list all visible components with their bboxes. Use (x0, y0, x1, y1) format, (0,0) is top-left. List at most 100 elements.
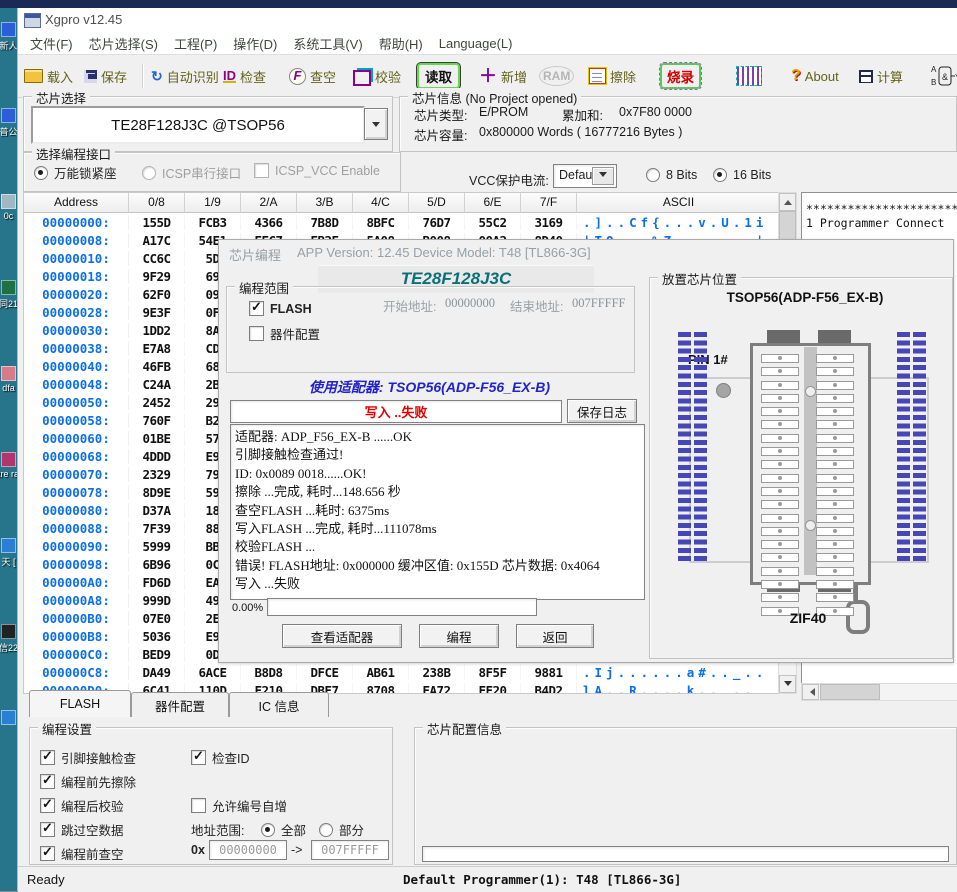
hex-cell[interactable]: 62F0 (129, 287, 185, 302)
hex-cell[interactable]: CC6C (129, 251, 185, 266)
hex-cell[interactable]: 2329 (129, 467, 185, 482)
hex-address[interactable]: 000000A0: (24, 575, 129, 590)
view-adapter-button[interactable]: 查看适配器 (282, 624, 402, 648)
desktop-icon[interactable] (0, 696, 17, 782)
hex-cell[interactable]: 6ACE (185, 665, 241, 680)
hex-address[interactable]: 00000008: (24, 233, 129, 248)
hex-cell[interactable]: 2452 (129, 395, 185, 410)
hex-address[interactable]: 00000070: (24, 467, 129, 482)
hex-column-header[interactable]: 5/D (409, 193, 465, 212)
hex-address[interactable]: 00000068: (24, 449, 129, 464)
title-bar[interactable]: Xgpro v12.45 (18, 8, 957, 32)
hex-cell[interactable]: D37A (129, 503, 185, 518)
bits16-radio[interactable]: 16 Bits (713, 168, 771, 182)
scroll-up-button[interactable] (779, 193, 796, 211)
logic-gate-button[interactable]: A B & Y (931, 62, 957, 90)
scroll-down-button[interactable] (779, 675, 796, 693)
bits8-radio[interactable]: 8 Bits (646, 168, 697, 182)
hex-ascii[interactable]: .]..Cf{...v.U.1i (577, 215, 780, 230)
id-check-button[interactable]: ID 检查 (223, 62, 266, 90)
hex-address[interactable]: 00000040: (24, 359, 129, 374)
hex-address[interactable]: 00000098: (24, 557, 129, 572)
desktop-icon[interactable]: 新人 (0, 8, 17, 94)
hex-cell[interactable]: 1DD2 (129, 323, 185, 338)
auto-increment-checkbox[interactable]: 允许编号自增 (191, 796, 287, 815)
save-log-button[interactable]: 保存日志 (567, 399, 637, 423)
device-config-checkbox[interactable]: 器件配置 (249, 324, 320, 343)
add-button[interactable]: ＋ 新增 (479, 62, 527, 90)
verify-button[interactable]: 校验 (353, 62, 401, 90)
universal-socket-radio[interactable]: 万能锁紧座 (34, 163, 117, 182)
hex-cell[interactable]: 8BFC (353, 215, 409, 230)
hex-cell[interactable]: B8D8 (241, 665, 297, 680)
hex-address[interactable]: 00000088: (24, 521, 129, 536)
menu-item-0[interactable]: 文件(F) (22, 32, 81, 55)
setting-checkbox-0[interactable]: 引脚接触检查 (40, 748, 136, 767)
desktop-icon[interactable]: tre ra (0, 438, 17, 524)
back-button[interactable]: 返回 (516, 624, 594, 648)
vcc-current-combobox[interactable]: Default (553, 164, 617, 188)
check-id-checkbox[interactable]: 检查ID (191, 748, 250, 767)
hex-cell[interactable]: E7A8 (129, 341, 185, 356)
dialog-title-bar[interactable]: 芯片编程 APP Version: 12.45 Device Model: T4… (219, 240, 953, 262)
hex-cell[interactable]: 07E0 (129, 611, 185, 626)
hex-column-header[interactable]: 3/B (297, 193, 353, 212)
hex-cell[interactable]: 76D7 (409, 215, 465, 230)
hex-cell[interactable]: B4D2 (521, 683, 577, 695)
hex-cell[interactable]: A17C (129, 233, 185, 248)
hex-address[interactable]: 00000030: (24, 323, 129, 338)
hex-cell[interactable]: BED9 (129, 647, 185, 662)
menu-item-5[interactable]: 帮助(H) (371, 32, 431, 55)
chip-toolbar-button[interactable] (736, 62, 762, 90)
chip-select-dropdown-button[interactable] (364, 108, 388, 140)
hex-address[interactable]: 000000C8: (24, 665, 129, 680)
hex-cell[interactable]: 7F39 (129, 521, 185, 536)
range-from-input[interactable]: 00000000 (209, 840, 287, 860)
hex-cell[interactable]: 9881 (521, 665, 577, 680)
hex-address[interactable]: 000000A8: (24, 593, 129, 608)
hex-address[interactable]: 00000080: (24, 503, 129, 518)
hex-cell[interactable]: 8D9E (129, 485, 185, 500)
read-button[interactable]: 读取 (416, 62, 461, 90)
hex-cell[interactable]: 55C2 (465, 215, 521, 230)
hex-cell[interactable]: 8708 (353, 683, 409, 695)
menu-item-1[interactable]: 芯片选择(S) (81, 32, 166, 55)
hex-address[interactable]: 00000018: (24, 269, 129, 284)
scroll-left-button[interactable] (802, 684, 819, 700)
tab-device-config[interactable]: 器件配置 (131, 692, 229, 717)
hex-cell[interactable]: 7B8D (297, 215, 353, 230)
desktop-icon[interactable]: 同21 (0, 266, 17, 352)
hex-cell[interactable]: 9E3F (129, 305, 185, 320)
hex-cell[interactable]: 46FB (129, 359, 185, 374)
hex-cell[interactable]: 9F29 (129, 269, 185, 284)
hex-ascii[interactable]: .Ij......a#.._.. (577, 665, 780, 680)
hex-cell[interactable]: FD6D (129, 575, 185, 590)
hex-cell[interactable]: 6B96 (129, 557, 185, 572)
range-part-radio[interactable]: 部分 (319, 820, 364, 839)
desktop-icon[interactable]: dfa (0, 352, 17, 438)
hex-cell[interactable]: 5036 (129, 629, 185, 644)
hex-column-header[interactable]: ASCII (577, 193, 780, 212)
hex-address[interactable]: 00000000: (24, 215, 129, 230)
hex-address[interactable]: 00000038: (24, 341, 129, 356)
hex-column-header[interactable]: Address (24, 193, 129, 212)
burn-button[interactable]: 烧录 (659, 62, 702, 90)
desktop-icon[interactable]: 普公 (0, 94, 17, 180)
desktop-icon[interactable]: 0c (0, 180, 17, 266)
hex-address[interactable]: 00000020: (24, 287, 129, 302)
erase-button[interactable]: 擦除 (589, 62, 636, 90)
tab-flash[interactable]: FLASH (29, 690, 131, 717)
hex-cell[interactable]: 999D (129, 593, 185, 608)
hex-address[interactable]: 00000060: (24, 431, 129, 446)
range-all-radio[interactable]: 全部 (261, 820, 306, 839)
calc-button[interactable]: 计算 (859, 62, 903, 90)
hex-address[interactable]: 00000090: (24, 539, 129, 554)
hex-column-header[interactable]: 2/A (241, 193, 297, 212)
hex-cell[interactable]: FF20 (465, 683, 521, 695)
hex-column-header[interactable]: 0/8 (129, 193, 185, 212)
hex-cell[interactable]: AB61 (353, 665, 409, 680)
hex-address[interactable]: 00000048: (24, 377, 129, 392)
hex-cell[interactable]: 8F5F (465, 665, 521, 680)
menu-item-6[interactable]: Language(L) (431, 34, 521, 53)
hex-cell[interactable]: 238B (409, 665, 465, 680)
